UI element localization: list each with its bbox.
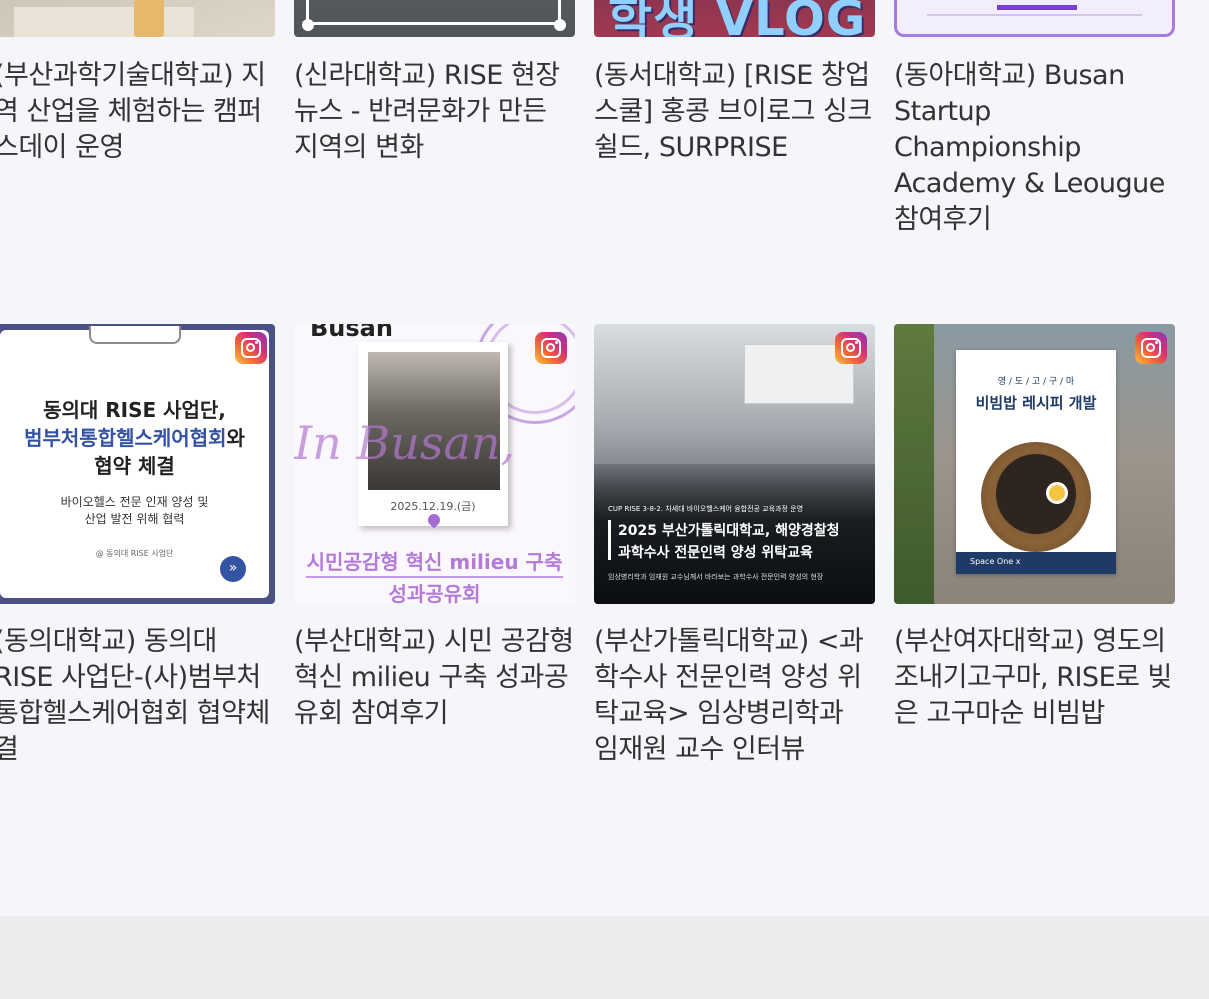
thumb-caption: 성과공유회 xyxy=(388,582,481,604)
post-title[interactable]: (동서대학교) [RISE 창업스쿨] 홍콩 브이로그 싱크쉴드, SURPRI… xyxy=(594,58,875,166)
post-thumbnail[interactable]: 동의대 RISE 사업단, 범부처통합헬스케어협회와 협약 체결 바이오헬스 전… xyxy=(0,324,275,604)
post-title[interactable]: (부산과학기술대학교) 지역 산업을 체험하는 캠퍼스데이 운영 xyxy=(0,58,275,166)
post-title[interactable]: (신라대학교) RISE 현장뉴스 - 반려문화가 만든 지역의 변화 xyxy=(294,58,575,166)
thumb-subtext: 산업 발전 위해 협력 xyxy=(84,512,185,526)
post-thumbnail[interactable] xyxy=(294,0,575,37)
thumb-script: In Busan, xyxy=(294,416,516,470)
thumb-small-text: 임상병리학과 임재원 교수님께서 바라보는 과학수사 전문인력 양성의 현장 xyxy=(608,573,824,581)
post-thumbnail[interactable]: CUP RISE 3-8-2. 차세대 바이오헬스케어 융합전공 교육과정 운영… xyxy=(594,324,875,604)
instagram-icon xyxy=(1135,332,1167,364)
thumb-subtext: 바이오헬스 전문 인재 양성 및 xyxy=(60,495,209,509)
thumb-top-text: Busan xyxy=(310,324,393,342)
post-thumbnail[interactable]: Busan In Busan, 2025.12.19.(금) 시민공감형 혁신 … xyxy=(294,324,575,604)
instagram-icon xyxy=(235,332,267,364)
next-arrow-icon: » xyxy=(220,556,246,582)
thumb-caption: 시민공감형 혁신 milieu 구축 xyxy=(306,550,563,574)
thumb-headline-suffix: 와 xyxy=(226,426,245,450)
post-title[interactable]: (동의대학교) 동의대 RISE 사업단-(사)범부처통합헬스케어협회 협약체결 xyxy=(0,624,275,768)
instagram-icon xyxy=(835,332,867,364)
post-thumbnail[interactable]: 학생 VLOG xyxy=(594,0,875,37)
post-title[interactable]: (부산여자대학교) 영도의 조내기고구마, RISE로 빚은 고구마순 비빔밥 xyxy=(894,624,1175,732)
post-title[interactable]: (부산대학교) 시민 공감형 혁신 milieu 구축 성과공유회 참여후기 xyxy=(294,624,575,732)
instagram-icon xyxy=(535,332,567,364)
thumb-vlog-text: 학생 VLOG xyxy=(608,0,867,37)
post-thumbnail[interactable]: 영 / 도 / 고 / 구 / 마 비빔밥 레시피 개발 Space One x xyxy=(894,324,1175,604)
thumb-headline: 협약 체결 xyxy=(94,454,175,478)
thumb-small-text: CUP RISE 3-8-2. 차세대 바이오헬스케어 융합전공 교육과정 운영 xyxy=(608,505,804,513)
post-title[interactable]: (부산가톨릭대학교) <과학수사 전문인력 양성 위탁교육> 임상병리학과 임재… xyxy=(594,624,875,768)
thumb-headline: 2025 부산가톨릭대학교, 해양경찰청 xyxy=(618,523,840,539)
poster-small-text: 영 / 도 / 고 / 구 / 마 xyxy=(997,377,1075,387)
poster-footer: Space One x xyxy=(970,557,1021,566)
post-thumbnail[interactable] xyxy=(894,0,1175,37)
post-title[interactable]: (동아대학교) Busan Startup Championship Acade… xyxy=(894,58,1175,238)
thumb-headline-highlight: 범부처통합헬스케어협회 xyxy=(24,426,227,450)
thumb-headline: 동의대 RISE 사업단, xyxy=(43,398,226,422)
page-footer xyxy=(0,916,1209,999)
thumb-date: 2025.12.19.(금) xyxy=(390,500,476,513)
post-thumbnail[interactable] xyxy=(0,0,275,37)
thumb-headline: 과학수사 전문인력 양성 위탁교육 xyxy=(618,545,813,561)
poster-title: 비빔밥 레시피 개발 xyxy=(975,394,1097,412)
